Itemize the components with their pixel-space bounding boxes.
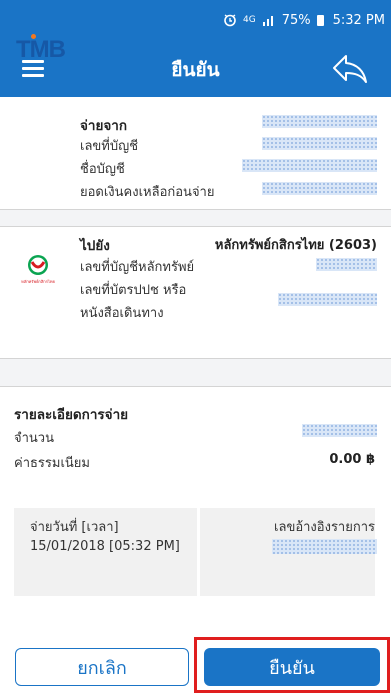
battery-level: 75% bbox=[281, 12, 311, 28]
alarm-icon bbox=[223, 13, 237, 27]
signal-icon bbox=[262, 14, 276, 26]
masked-amount bbox=[302, 424, 377, 437]
masked-securities-account bbox=[316, 258, 377, 271]
clock: 5:32 PM bbox=[332, 12, 385, 28]
battery-icon bbox=[316, 14, 327, 26]
pay-to-title: ไปยัง bbox=[80, 238, 110, 254]
masked-reference-number bbox=[272, 539, 377, 554]
payment-date-label: จ่ายวันที่ [เวลา] bbox=[30, 520, 119, 535]
account-number-label: เลขที่บัญชี bbox=[80, 139, 139, 154]
securities-account-label: เลขที่บัญชีหลักทรัพย์ bbox=[80, 260, 195, 275]
network-type: 4G bbox=[243, 15, 256, 25]
tmb-logo: TMB bbox=[16, 34, 66, 63]
kasikorn-securities-logo: หลักทรัพย์กสิกรไทย bbox=[14, 252, 62, 292]
fee-label: ค่าธรรมเนียม bbox=[14, 456, 90, 471]
reference-number-label: เลขอ้างอิงรายการ bbox=[274, 520, 375, 535]
pay-from-title: จ่ายจาก bbox=[80, 118, 128, 134]
masked-account-name bbox=[242, 159, 377, 172]
masked-id-number bbox=[278, 293, 377, 306]
payment-date-value: 15/01/2018 [05:32 PM] bbox=[30, 539, 180, 554]
balance-before-label: ยอดเงินคงเหลือก่อนจ่าย bbox=[80, 185, 215, 200]
fee-value: 0.00 ฿ bbox=[329, 452, 375, 467]
id-card-label: เลขที่บัตรปปช หรือ bbox=[80, 283, 187, 298]
payee-name: หลักทรัพย์กสิกรไทย (2603) bbox=[214, 238, 377, 253]
amount-label: จำนวน bbox=[14, 431, 54, 446]
payment-details-title: รายละเอียดการจ่าย bbox=[14, 407, 129, 423]
confirm-button[interactable]: ยืนยัน bbox=[204, 648, 380, 686]
back-arrow-icon[interactable] bbox=[331, 53, 369, 85]
cancel-button[interactable]: ยกเลิก bbox=[15, 648, 189, 686]
masked-value bbox=[262, 115, 377, 128]
masked-account-number bbox=[262, 137, 377, 150]
masked-balance bbox=[262, 182, 377, 195]
passport-label: หนังสือเดินทาง bbox=[80, 306, 164, 321]
account-name-label: ชื่อบัญชี bbox=[80, 162, 125, 177]
